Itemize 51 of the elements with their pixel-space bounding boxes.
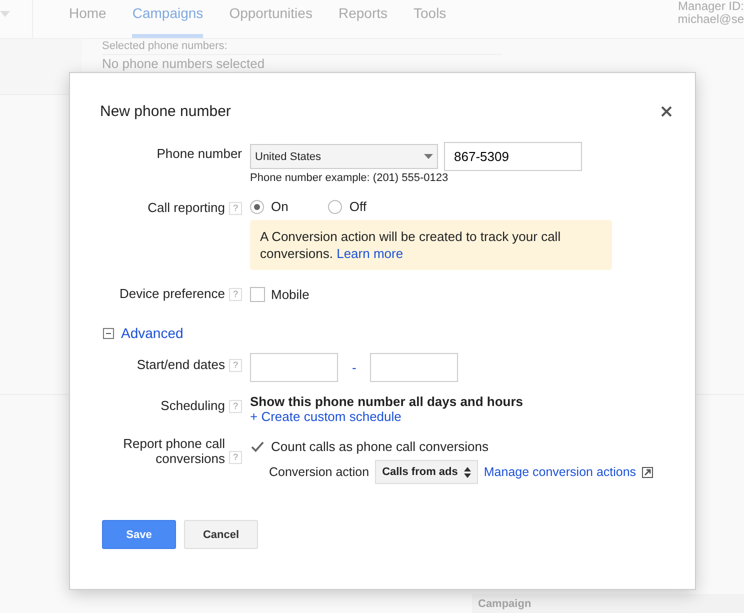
advanced-link[interactable]: Advanced xyxy=(121,325,184,341)
radio-option[interactable]: Off xyxy=(328,199,366,214)
help-icon[interactable]: ? xyxy=(229,451,242,464)
dropdown-arrow-icon[interactable] xyxy=(424,154,433,159)
help-icon[interactable]: ? xyxy=(229,202,242,215)
radio-button[interactable] xyxy=(328,200,342,214)
field-label: Call reporting xyxy=(148,200,225,215)
learn-more-link[interactable]: Learn more xyxy=(336,246,404,261)
country-dropdown[interactable]: United States xyxy=(250,144,438,169)
collapse-icon[interactable] xyxy=(103,328,114,338)
dialog-button[interactable]: Cancel xyxy=(184,520,258,549)
close-icon[interactable] xyxy=(661,106,672,117)
hint-text: Phone number example: (201) 555-0123 xyxy=(250,172,450,184)
selected-label: Selected phone numbers: xyxy=(102,39,502,55)
checkbox[interactable] xyxy=(250,286,265,302)
custom-schedule-link[interactable]: + Create custom schedule xyxy=(250,409,402,424)
external-link-icon[interactable] xyxy=(642,466,654,478)
nav-tab[interactable]: Opportunities xyxy=(229,0,312,33)
help-icon[interactable]: ? xyxy=(229,400,242,413)
nav-tab[interactable]: Campaigns xyxy=(132,0,204,38)
nav-tab[interactable]: Home xyxy=(69,0,106,33)
field-label: Device preference xyxy=(120,286,225,301)
radio-option[interactable]: On xyxy=(250,199,288,214)
manager-id: Manager ID: xyxy=(678,0,744,13)
conversion-action-dropdown[interactable]: Calls from ads xyxy=(375,460,478,484)
manage-actions-link[interactable]: Manage conversion actions xyxy=(484,465,636,479)
end-date-input[interactable] xyxy=(370,353,458,382)
phone-input[interactable]: 867-5309 xyxy=(444,142,582,171)
up-down-arrows-icon[interactable] xyxy=(464,466,471,478)
dialog-button[interactable]: Save xyxy=(102,520,176,549)
account-email: michael@se xyxy=(678,13,744,26)
field-label: Report phone call conversions xyxy=(122,436,225,466)
schedule-text: Show this phone number all days and hours xyxy=(250,394,524,409)
checkbox[interactable] xyxy=(250,439,265,454)
nav-tab[interactable]: Tools xyxy=(414,0,446,33)
date-separator: - xyxy=(352,360,356,375)
nav-tab[interactable]: Reports xyxy=(338,0,388,33)
field-label: Scheduling xyxy=(160,398,225,413)
start-date-input[interactable] xyxy=(250,353,338,382)
empty-message: No phone numbers selected xyxy=(102,56,266,71)
dialog-title: New phone number xyxy=(100,103,231,120)
field-label: Phone number xyxy=(156,146,242,161)
notice-text: A Conversion action will be created to track your call conversions. Learn more xyxy=(260,229,561,261)
checkbox-label: Count calls as phone call conversions xyxy=(271,439,489,454)
checkbox-label: Mobile xyxy=(271,286,310,302)
radio-button[interactable] xyxy=(250,200,264,214)
column-header: Campaign xyxy=(472,594,744,613)
conversion-action-label: Conversion action xyxy=(269,465,370,479)
field-label: Start/end dates xyxy=(136,357,225,372)
help-icon[interactable]: ? xyxy=(229,359,242,372)
help-icon[interactable]: ? xyxy=(229,288,242,301)
